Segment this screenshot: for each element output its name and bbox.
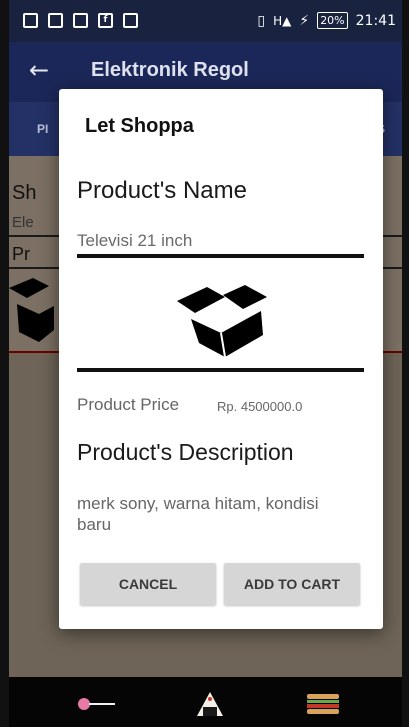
- product-description-label: Product's Description: [77, 439, 294, 465]
- page-title: Elektronik Regol: [91, 59, 249, 81]
- dialog-title: Let Shoppa: [85, 115, 194, 137]
- add-to-cart-button[interactable]: ADD TO CART: [224, 563, 360, 605]
- status-bar: f ▯ H▲ ⚡ 20% 21:41: [9, 0, 402, 42]
- box-icon: [177, 285, 267, 358]
- product-name-value: Televisi 21 inch: [77, 231, 193, 250]
- box-icon: [9, 278, 54, 342]
- onigiri-icon[interactable]: [195, 690, 225, 718]
- network-type: H: [273, 13, 283, 28]
- app-screen: f ▯ H▲ ⚡ 20% 21:41 ← Elektronik Regol PI…: [9, 0, 402, 727]
- charging-icon: ⚡: [299, 12, 310, 29]
- bottom-nav: [9, 677, 402, 727]
- product-price-label: Product Price: [77, 395, 180, 414]
- tab-left[interactable]: PI: [37, 122, 48, 136]
- product-name-label: Product's Name: [77, 177, 247, 204]
- product-price-value: Rp. 4500000.0: [217, 399, 303, 414]
- back-arrow-icon[interactable]: ←: [29, 56, 49, 84]
- gallery-icon: [23, 13, 38, 28]
- signal-icon: H▲: [273, 13, 292, 28]
- battery-level: 20%: [317, 12, 348, 29]
- message-icon: [123, 13, 138, 28]
- bg-heading: Sh: [12, 182, 37, 204]
- lollipop-icon[interactable]: [77, 697, 117, 711]
- facebook-icon: f: [98, 13, 113, 28]
- product-description-value: merk sony, warna hitam, kondisi baru: [77, 494, 319, 534]
- notification-icons: f: [23, 13, 138, 28]
- status-indicators: ▯ H▲ ⚡ 20% 21:41: [257, 12, 396, 29]
- divider: [77, 254, 364, 258]
- cancel-button[interactable]: CANCEL: [80, 563, 216, 605]
- bg-row-label: Pr: [12, 244, 30, 264]
- notification-icon: [73, 13, 88, 28]
- sandwich-icon[interactable]: [305, 692, 341, 716]
- divider: [77, 368, 364, 372]
- clock: 21:41: [355, 12, 396, 29]
- bg-subheading: Ele: [12, 214, 34, 231]
- vibrate-icon: ▯: [257, 12, 266, 29]
- product-dialog: Let Shoppa Product's Name Televisi 21 in…: [59, 89, 383, 629]
- bbm-icon: [48, 13, 63, 28]
